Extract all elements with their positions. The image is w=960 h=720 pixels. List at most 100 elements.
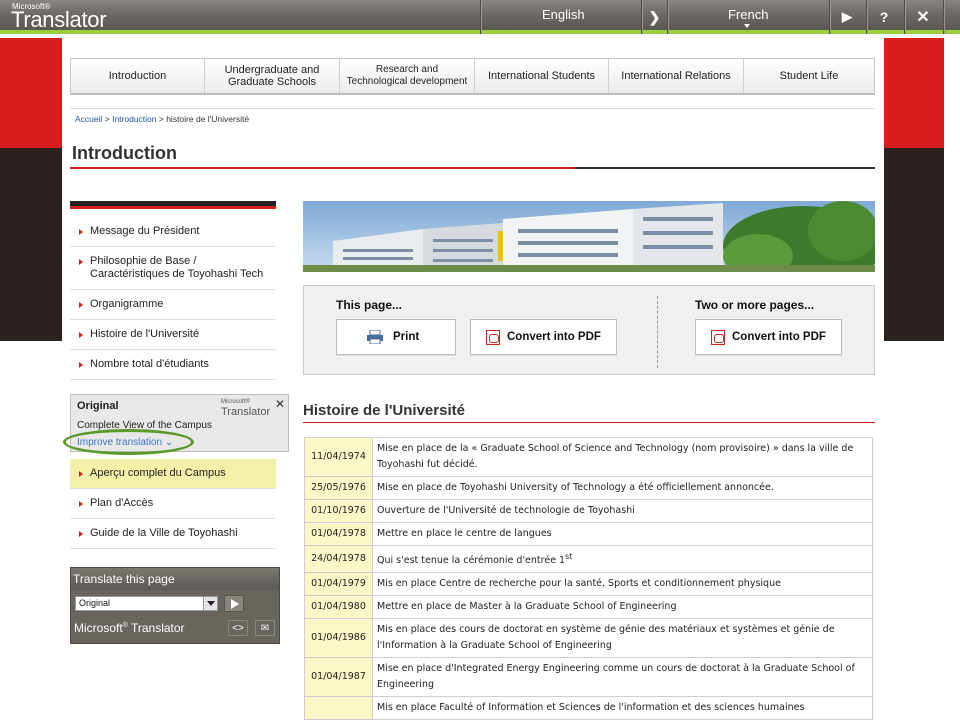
background-band-right-dark [884, 148, 944, 341]
sidebar-item-organigram[interactable]: Organigramme [70, 290, 276, 320]
campus-photo [303, 201, 875, 272]
embed-code-icon[interactable]: <> [228, 620, 248, 636]
divider [667, 0, 668, 34]
sidebar-item-label: Organigramme [90, 298, 164, 310]
divider [657, 296, 658, 368]
history-underline [303, 422, 875, 423]
divider [904, 0, 905, 34]
close-icon[interactable]: ✕ [275, 397, 285, 411]
sidebar-item-label: Message du Président [90, 225, 200, 237]
sidebar-item-message-president[interactable]: Message du Président [70, 217, 276, 247]
print-button[interactable]: Print [336, 319, 456, 355]
history-event: Mise en place d'Integrated Energy Engine… [372, 657, 873, 698]
footer-brand: Microsoft [74, 621, 123, 635]
chevron-down-icon [744, 24, 750, 28]
sidebar-item-label: Plan d'Accès [90, 497, 154, 509]
to-language-select[interactable]: French [728, 7, 768, 22]
table-row: 25/05/1976 Mise en place de Toyohashi Uni… [304, 476, 873, 500]
swap-languages-icon[interactable]: ❯ [642, 0, 667, 34]
history-date: 01/04/1980 [304, 595, 373, 620]
background-band-left [0, 38, 62, 148]
table-row: 01/04/1979 Mis en place Centre de recherc… [304, 572, 873, 597]
convert-pdf-button[interactable]: Convert into PDF [470, 319, 617, 355]
sidebar-item-students[interactable]: Nombre total d'étudiants [70, 350, 276, 380]
widget-footer-brand: Microsoft® Translator [74, 621, 185, 635]
sidebar-item-access-map[interactable]: Plan d'Accès [70, 489, 276, 519]
history-date: 01/04/1987 [304, 657, 373, 698]
sidebar-nav: Message du Président Philosophie de Base… [70, 217, 276, 380]
chevron-down-icon[interactable] [203, 597, 217, 610]
history-event: Mis en place des cours de doctorat en sy… [372, 618, 873, 659]
convert-pdf-multi-label: Convert into PDF [732, 331, 826, 343]
table-row: 11/04/1974 Mise en place de la « Graduate… [304, 437, 873, 477]
arrow-right-icon [79, 471, 83, 477]
history-event: Qui s'est tenue la cérémonie d'entrée 1 [377, 555, 566, 567]
translator-bar: Microsoft® Translator English ❯ French ▶… [0, 0, 960, 34]
divider [480, 0, 481, 34]
table-row: 24/04/1978 Qui s'est tenue la cérémonie d… [304, 544, 873, 574]
convert-pdf-multi-button[interactable]: Convert into PDF [695, 319, 842, 355]
nav-undergraduate-graduate[interactable]: Undergraduate and Graduate Schools [205, 59, 340, 93]
history-title: Histoire de l'Université [303, 402, 465, 419]
more-pages-label: Two or more pages... [695, 298, 815, 312]
email-icon[interactable]: ✉ [255, 620, 275, 636]
arrow-right-icon [79, 332, 83, 338]
main-nav: Introduction Undergraduate and Graduate … [70, 58, 875, 95]
sidebar-item-philosophy[interactable]: Philosophie de Base / Caractéristiques d… [70, 247, 276, 290]
nav-introduction[interactable]: Introduction [71, 59, 205, 93]
breadcrumb-home[interactable]: Accueil [75, 114, 102, 124]
sidebar-item-campus-overview[interactable]: Aperçu complet du Campus [70, 459, 276, 489]
divider [70, 108, 875, 109]
breadcrumb-introduction[interactable]: Introduction [112, 114, 156, 124]
language-select-value: Original [79, 598, 111, 608]
history-date: 25/05/1976 [304, 476, 373, 500]
history-date: 01/04/1978 [304, 522, 373, 546]
arrow-right-icon [79, 302, 83, 308]
translate-play-button[interactable]: ▶ [834, 0, 860, 34]
sidebar-nav-continued: Aperçu complet du Campus Plan d'Accès Gu… [70, 459, 276, 549]
widget-title: Translate this page [73, 572, 175, 586]
from-language-select[interactable]: English [542, 7, 585, 22]
popup-brand: Translator [221, 406, 271, 418]
translator-logo[interactable]: Translator [11, 7, 107, 33]
print-options-box: This page... Two or more pages... Print … [303, 285, 875, 375]
arrow-right-icon [79, 362, 83, 368]
history-date: 01/10/1976 [304, 499, 373, 523]
sidebar-item-label: Nombre total d'étudiants [90, 358, 209, 370]
printer-icon [367, 330, 383, 344]
sidebar-item-city-guide[interactable]: Guide de la Ville de Toyohashi [70, 519, 276, 549]
sidebar-item-label: Philosophie de Base / Caractéristiques d… [90, 255, 264, 280]
sidebar-item-label: Aperçu complet du Campus [90, 467, 226, 479]
breadcrumb: Accueil > Introduction > histoire de l'U… [75, 114, 249, 124]
history-event: Mise en place de la « Graduate School of… [372, 437, 873, 477]
nav-research[interactable]: Research and Technological development [340, 59, 475, 93]
history-event-cell: Qui s'est tenue la cérémonie d'entrée 1s… [372, 544, 873, 574]
background-band-left-dark [0, 148, 62, 341]
divider [943, 0, 944, 34]
sidebar-item-history[interactable]: Histoire de l'Université [70, 320, 276, 350]
table-row: 01/04/1986 Mis en place des cours de doct… [304, 618, 873, 659]
translate-go-button[interactable] [224, 595, 244, 612]
print-label: Print [393, 331, 420, 343]
table-row: Mis en place Faculté of Information et S… [304, 696, 873, 720]
history-date: 01/04/1986 [304, 618, 373, 659]
sidebar-header-bar [70, 201, 276, 209]
sidebar-item-label: Histoire de l'Université [90, 328, 200, 340]
close-translator-button[interactable]: ✕ [907, 0, 939, 34]
history-date [304, 696, 373, 720]
help-button[interactable]: ? [870, 0, 898, 34]
nav-student-life[interactable]: Student Life [744, 59, 874, 93]
footer-product: Translator [127, 621, 185, 635]
nav-international-students[interactable]: International Students [475, 59, 609, 93]
translate-page-widget: Translate this page Original Microsoft® … [70, 567, 280, 644]
nav-international-relations[interactable]: International Relations [609, 59, 744, 93]
history-event: Mettre en place le centre de langues [372, 522, 873, 546]
popup-brand-small: Microsoft® [221, 399, 250, 405]
arrow-right-icon [79, 229, 83, 235]
language-select[interactable]: Original [75, 596, 218, 611]
ordinal-suffix: st [565, 552, 573, 561]
history-table: 11/04/1974 Mise en place de la « Graduate… [304, 437, 873, 720]
history-date: 01/04/1979 [304, 572, 373, 597]
page-title: Introduction [72, 143, 177, 163]
highlight-oval [63, 429, 194, 455]
